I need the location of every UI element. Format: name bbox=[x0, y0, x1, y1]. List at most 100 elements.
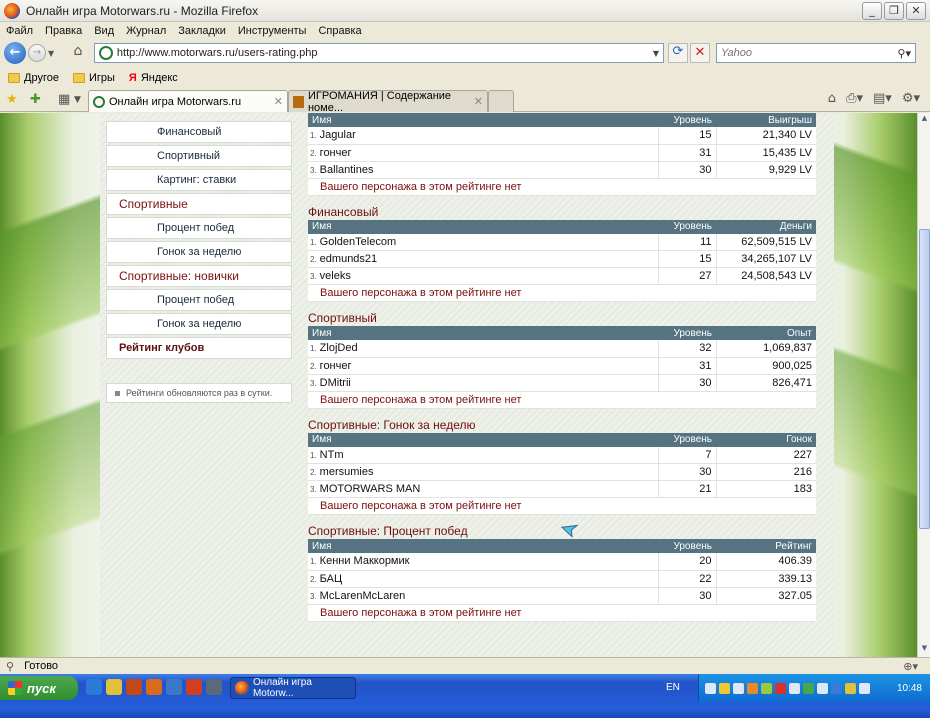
app-icon[interactable] bbox=[206, 679, 222, 695]
back-arrow-icon[interactable]: ← bbox=[4, 42, 26, 64]
close-tab-icon[interactable]: ✕ bbox=[474, 95, 483, 108]
desktop-icon[interactable] bbox=[106, 679, 122, 695]
close-tab-icon[interactable]: ✕ bbox=[274, 95, 283, 108]
firefox-icon[interactable] bbox=[146, 679, 162, 695]
player-value: 21,340 LV bbox=[715, 127, 816, 145]
sidebar-item-karting-bets[interactable]: Картинг: ставки bbox=[106, 169, 292, 191]
bookmark-games[interactable]: Игры bbox=[72, 72, 115, 84]
search-input[interactable] bbox=[717, 47, 887, 59]
player-level: 11 bbox=[657, 233, 716, 251]
player-name-link[interactable]: NTm bbox=[320, 449, 344, 461]
ie-icon[interactable] bbox=[86, 679, 102, 695]
tab-igromania[interactable]: ИГРОМАНИЯ | Содержание номе... ✕ bbox=[288, 90, 488, 114]
app-icon[interactable] bbox=[166, 679, 182, 695]
rank-number: 2. bbox=[310, 574, 317, 584]
forward-arrow-icon[interactable]: → bbox=[28, 44, 46, 62]
column-header: Имя bbox=[308, 113, 658, 127]
folder-icon bbox=[72, 72, 85, 83]
start-button[interactable]: пуск bbox=[0, 676, 78, 700]
status-text: Готово bbox=[24, 660, 59, 672]
gear-icon[interactable]: ⚙▾ bbox=[902, 91, 920, 106]
home-icon[interactable]: ⌂ bbox=[828, 91, 836, 106]
scroll-down-arrow-icon[interactable]: ▼ bbox=[919, 644, 930, 656]
sidebar-item-win-percent[interactable]: Процент побед bbox=[106, 217, 292, 239]
menu-tools[interactable]: Инструменты bbox=[232, 25, 313, 37]
tray-icon[interactable] bbox=[719, 682, 730, 694]
search-bar[interactable]: ⚲▾ bbox=[716, 43, 916, 63]
tray-icon[interactable] bbox=[775, 682, 786, 694]
tab-motorwars[interactable]: Онлайн игра Motorwars.ru ✕ bbox=[88, 90, 288, 112]
sidebar-item-newbies-win-percent[interactable]: Процент побед bbox=[106, 289, 292, 311]
bookmark-yandex[interactable]: Я Яндекс bbox=[129, 72, 178, 84]
player-name-link[interactable]: veleks bbox=[320, 270, 351, 282]
tray-icon[interactable] bbox=[817, 682, 828, 694]
add-bookmark-icon[interactable]: ✚ bbox=[30, 92, 41, 107]
tray-icon[interactable] bbox=[831, 682, 842, 694]
print-icon[interactable]: ⎙▾ bbox=[846, 91, 863, 106]
menu-file[interactable]: Файл bbox=[0, 25, 39, 37]
new-tab-button[interactable] bbox=[488, 90, 514, 112]
sidebar-heading-sport-newbies: Спортивные: новички bbox=[106, 265, 292, 287]
tray-icon[interactable] bbox=[789, 682, 800, 694]
menu-edit[interactable]: Правка bbox=[39, 25, 88, 37]
not-ranked-text: Вашего персонажа в этом рейтинге нет bbox=[308, 497, 816, 515]
player-name-link[interactable]: гончег bbox=[320, 360, 352, 372]
app-icon[interactable] bbox=[186, 679, 202, 695]
history-dropdown-icon[interactable]: ▼ bbox=[48, 49, 58, 58]
url-dropdown-icon[interactable]: ▼ bbox=[653, 49, 659, 58]
not-ranked-text: Вашего персонажа в этом рейтинге нет bbox=[308, 284, 816, 302]
sidebar-item-sport[interactable]: Спортивный bbox=[106, 145, 292, 167]
search-icon[interactable]: ⚲▾ bbox=[897, 47, 911, 60]
reload-icon[interactable]: ⟳ bbox=[668, 43, 688, 63]
player-name-link[interactable]: McLarenMcLaren bbox=[320, 590, 406, 602]
maximize-button[interactable]: ❐ bbox=[884, 2, 904, 20]
close-button[interactable]: ✕ bbox=[906, 2, 926, 20]
player-name-link[interactable]: БАЦ bbox=[320, 573, 342, 585]
tab-grid-icon[interactable]: ▦ bbox=[58, 92, 70, 107]
player-name-link[interactable]: MOTORWARS MAN bbox=[320, 483, 421, 495]
player-name-link[interactable]: Jagular bbox=[320, 129, 356, 141]
home-icon[interactable]: ⌂ bbox=[68, 43, 88, 63]
player-name-link[interactable]: edmunds21 bbox=[320, 253, 378, 265]
player-name-link[interactable]: гончег bbox=[320, 147, 352, 159]
language-indicator[interactable]: EN bbox=[666, 682, 680, 693]
sidebar-item-newbies-races-week[interactable]: Гонок за неделю bbox=[106, 313, 292, 335]
tray-icon[interactable] bbox=[705, 682, 716, 694]
player-name-link[interactable]: GoldenTelecom bbox=[320, 236, 396, 248]
player-name-link[interactable]: mersumies bbox=[320, 466, 374, 478]
tray-icon[interactable] bbox=[859, 682, 870, 694]
menu-help[interactable]: Справка bbox=[312, 25, 367, 37]
menu-history[interactable]: Журнал bbox=[120, 25, 172, 37]
tray-icon[interactable] bbox=[845, 682, 856, 694]
player-name-link[interactable]: DMitrii bbox=[320, 377, 351, 389]
tab-list-dropdown-icon[interactable]: ▼ bbox=[74, 95, 81, 105]
player-name-link[interactable]: Ballantines bbox=[320, 164, 374, 176]
sidebar-item-races-week[interactable]: Гонок за неделю bbox=[106, 241, 292, 263]
star-icon[interactable]: ★ bbox=[6, 92, 18, 107]
table-row: 1. Jagular 15 21,340 LV bbox=[308, 127, 816, 145]
zoom-icon[interactable]: ⊕▾ bbox=[903, 660, 918, 673]
tray-icon[interactable] bbox=[761, 682, 772, 694]
menu-view[interactable]: Вид bbox=[88, 25, 120, 37]
player-name-link[interactable]: ZlojDed bbox=[320, 342, 358, 354]
tray-icon[interactable] bbox=[747, 682, 758, 694]
minimize-button[interactable]: _ bbox=[862, 2, 882, 20]
scrollbar-thumb[interactable] bbox=[919, 229, 930, 529]
bullet-icon bbox=[115, 390, 120, 396]
page-menu-icon[interactable]: ▤▾ bbox=[873, 91, 892, 106]
stop-icon[interactable]: ✕ bbox=[690, 43, 710, 63]
tray-icon[interactable] bbox=[803, 682, 814, 694]
sidebar-item-financial[interactable]: Финансовый bbox=[106, 121, 292, 143]
volume-icon[interactable] bbox=[733, 682, 744, 694]
url-bar[interactable]: ▼ bbox=[94, 43, 664, 63]
menu-bookmarks[interactable]: Закладки bbox=[172, 25, 232, 37]
scroll-up-arrow-icon[interactable]: ▲ bbox=[919, 114, 930, 126]
url-input[interactable] bbox=[116, 47, 653, 59]
sidebar-item-club-rating[interactable]: Рейтинг клубов bbox=[106, 337, 292, 359]
player-name-link[interactable]: Кенни Маккормик bbox=[320, 555, 410, 567]
taskbar-window-button[interactable]: Онлайн игра Motorw... bbox=[230, 677, 356, 699]
vertical-scrollbar[interactable]: ▲ ▼ bbox=[917, 113, 930, 657]
bookmark-other[interactable]: Другое bbox=[8, 72, 59, 84]
app-icon[interactable] bbox=[126, 679, 142, 695]
player-value: 216 bbox=[715, 463, 816, 481]
